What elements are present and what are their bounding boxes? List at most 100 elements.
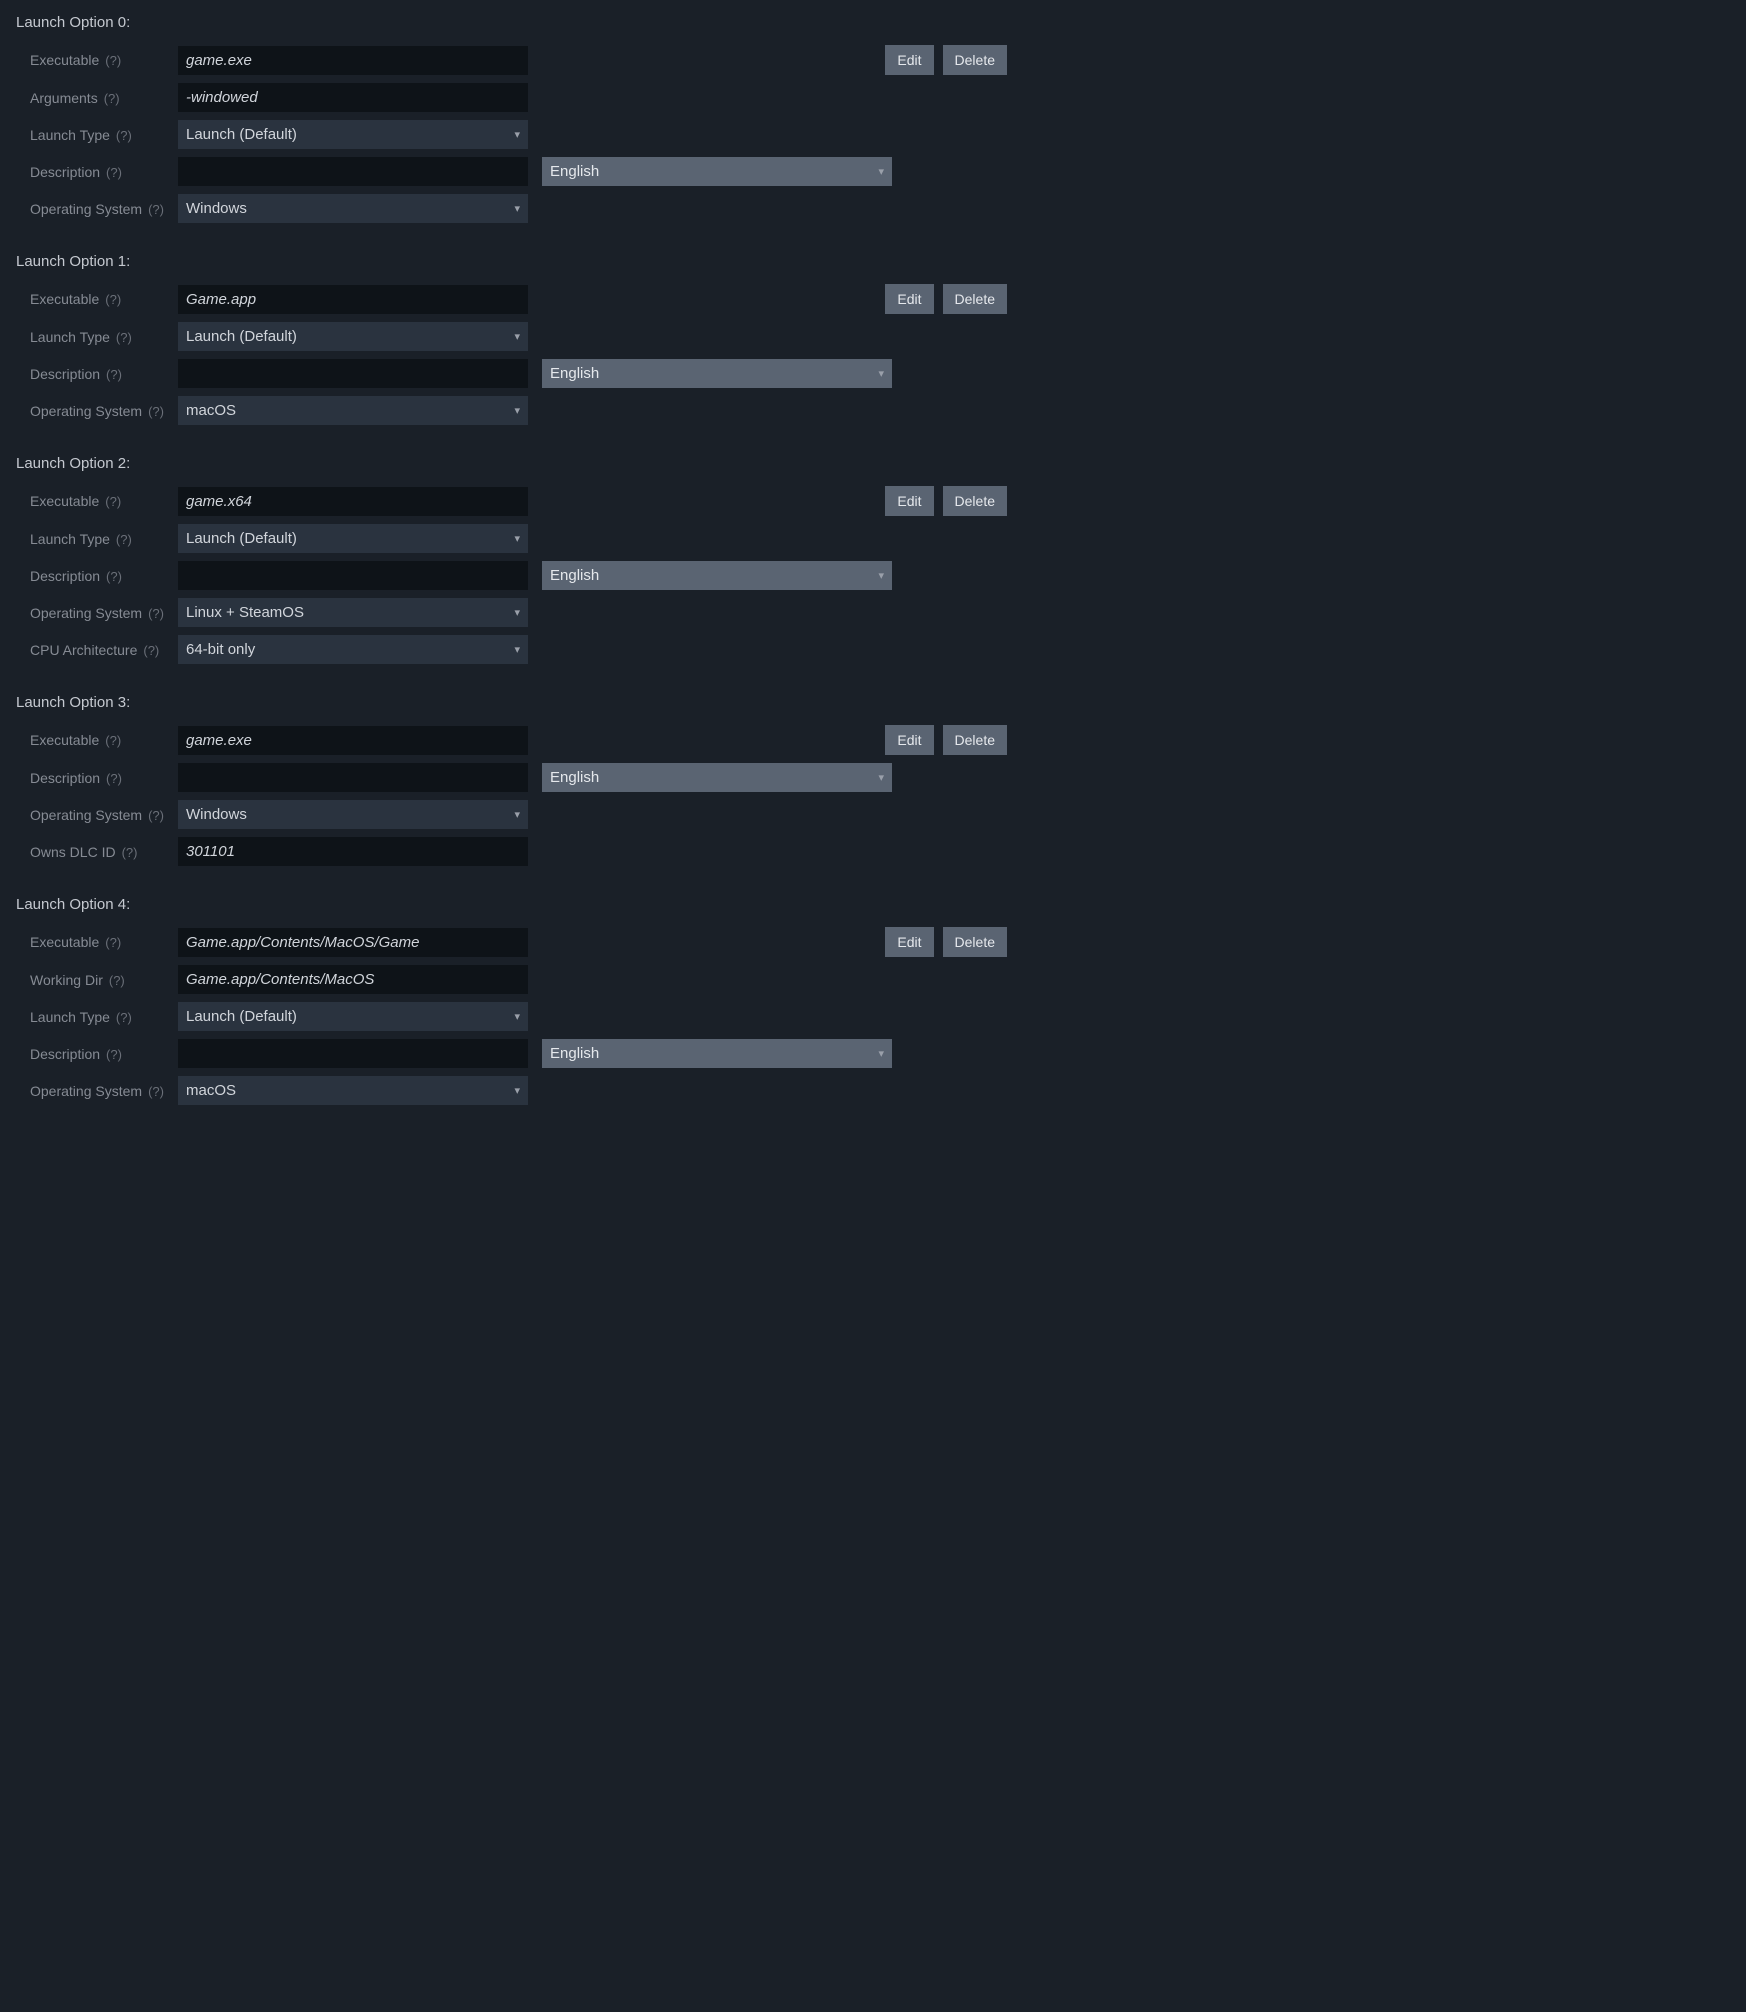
description-language-select[interactable]: English▾ — [542, 157, 892, 186]
launch-option: Launch Option 1:Executable(?)EditDeleteL… — [14, 253, 1007, 425]
delete-button[interactable]: Delete — [943, 725, 1007, 755]
launch-option-body: Executable(?)EditDeleteLaunch Type(?)Lau… — [14, 284, 1007, 425]
help-icon[interactable]: (?) — [148, 202, 164, 217]
select-value: Launch (Default) — [186, 1008, 297, 1025]
edit-button[interactable]: Edit — [885, 45, 933, 75]
executable-input[interactable] — [178, 726, 528, 755]
help-icon[interactable]: (?) — [105, 733, 121, 748]
executable-input[interactable] — [178, 928, 528, 957]
select-value: 64-bit only — [186, 641, 255, 658]
description-input[interactable] — [178, 1039, 528, 1068]
description-input[interactable] — [178, 359, 528, 388]
delete-button[interactable]: Delete — [943, 284, 1007, 314]
launch_type-select[interactable]: Launch (Default)▾ — [178, 1002, 528, 1031]
label-text: Working Dir — [30, 972, 103, 988]
select-value: Launch (Default) — [186, 126, 297, 143]
launch_type-select[interactable]: Launch (Default)▾ — [178, 322, 528, 351]
label-description: Description (?) — [30, 164, 178, 180]
help-icon[interactable]: (?) — [122, 845, 138, 860]
description-language-select[interactable]: English▾ — [542, 763, 892, 792]
launch-option-body: Executable(?)EditDeleteDescription(?)Eng… — [14, 725, 1007, 866]
help-icon[interactable]: (?) — [148, 808, 164, 823]
description-input[interactable] — [178, 561, 528, 590]
help-icon[interactable]: (?) — [106, 165, 122, 180]
edit-button[interactable]: Edit — [885, 284, 933, 314]
select-value: macOS — [186, 402, 236, 419]
help-icon[interactable]: (?) — [116, 330, 132, 345]
delete-button[interactable]: Delete — [943, 45, 1007, 75]
launch-option: Launch Option 4:Executable(?)EditDeleteW… — [14, 896, 1007, 1105]
launch_type-select[interactable]: Launch (Default)▾ — [178, 524, 528, 553]
help-icon[interactable]: (?) — [143, 643, 159, 658]
label-executable: Executable(?) — [30, 291, 178, 307]
launch-option: Launch Option 0:Executable(?)EditDeleteA… — [14, 14, 1007, 223]
label-text: Operating System — [30, 1083, 142, 1099]
executable-input[interactable] — [178, 46, 528, 75]
edit-button[interactable]: Edit — [885, 927, 933, 957]
chevron-down-icon: ▾ — [878, 1047, 884, 1060]
operating_system-select[interactable]: Windows▾ — [178, 194, 528, 223]
executable-input[interactable] — [178, 285, 528, 314]
label-text: Executable — [30, 732, 99, 748]
action-buttons: Edit Delete — [885, 284, 1007, 314]
delete-button[interactable]: Delete — [943, 927, 1007, 957]
select-value: Windows — [186, 200, 247, 217]
owns_dlc_id-input[interactable] — [178, 837, 528, 866]
description-input[interactable] — [178, 157, 528, 186]
chevron-down-icon: ▾ — [514, 330, 520, 343]
help-icon[interactable]: (?) — [105, 494, 121, 509]
help-icon[interactable]: (?) — [148, 606, 164, 621]
launch-option-body: Executable(?)EditDeleteLaunch Type(?)Lau… — [14, 486, 1007, 664]
row-description: Description(?) English▾ — [30, 1039, 1007, 1068]
label-executable: Executable(?) — [30, 493, 178, 509]
label-operating_system: Operating System(?) — [30, 403, 178, 419]
action-buttons: Edit Delete — [885, 45, 1007, 75]
description-language-select[interactable]: English▾ — [542, 359, 892, 388]
select-value: English — [550, 163, 599, 180]
working_dir-input[interactable] — [178, 965, 528, 994]
row-launch_type: Launch Type(?)Launch (Default)▾ — [30, 120, 1007, 149]
help-icon[interactable]: (?) — [148, 404, 164, 419]
label-text: Executable — [30, 934, 99, 950]
chevron-down-icon: ▾ — [878, 771, 884, 784]
help-icon[interactable]: (?) — [116, 1010, 132, 1025]
label-text: Description — [30, 164, 100, 180]
description-language-select[interactable]: English▾ — [542, 561, 892, 590]
row-launch_type: Launch Type(?)Launch (Default)▾ — [30, 524, 1007, 553]
chevron-down-icon: ▾ — [514, 643, 520, 656]
help-icon[interactable]: (?) — [106, 1047, 122, 1062]
operating_system-select[interactable]: macOS▾ — [178, 1076, 528, 1105]
help-icon[interactable]: (?) — [109, 973, 125, 988]
description-input[interactable] — [178, 763, 528, 792]
arguments-input[interactable] — [178, 83, 528, 112]
help-icon[interactable]: (?) — [106, 771, 122, 786]
help-icon[interactable]: (?) — [106, 569, 122, 584]
help-icon[interactable]: (?) — [106, 367, 122, 382]
edit-button[interactable]: Edit — [885, 725, 933, 755]
description-language-select[interactable]: English▾ — [542, 1039, 892, 1068]
label-text: CPU Architecture — [30, 642, 137, 658]
cpu_architecture-select[interactable]: 64-bit only ▾ — [178, 635, 528, 664]
chevron-down-icon: ▾ — [878, 569, 884, 582]
help-icon[interactable]: (?) — [105, 53, 121, 68]
label-executable: Executable (?) — [30, 732, 178, 748]
executable-input[interactable] — [178, 487, 528, 516]
chevron-down-icon: ▾ — [514, 606, 520, 619]
launch_type-select[interactable]: Launch (Default)▾ — [178, 120, 528, 149]
row-launch_type: Launch Type(?)Launch (Default)▾ — [30, 322, 1007, 351]
help-icon[interactable]: (?) — [105, 292, 121, 307]
row-executable: Executable (?) Edit Delete — [30, 927, 1007, 957]
help-icon[interactable]: (?) — [116, 532, 132, 547]
help-icon[interactable]: (?) — [104, 91, 120, 106]
row-executable: Executable(?) Edit Delete — [30, 45, 1007, 75]
operating_system-select[interactable]: Windows▾ — [178, 800, 528, 829]
label-executable: Executable(?) — [30, 52, 178, 68]
operating_system-select[interactable]: Linux + SteamOS▾ — [178, 598, 528, 627]
label-description: Description(?) — [30, 1046, 178, 1062]
edit-button[interactable]: Edit — [885, 486, 933, 516]
help-icon[interactable]: (?) — [148, 1084, 164, 1099]
help-icon[interactable]: (?) — [105, 935, 121, 950]
operating_system-select[interactable]: macOS▾ — [178, 396, 528, 425]
delete-button[interactable]: Delete — [943, 486, 1007, 516]
help-icon[interactable]: (?) — [116, 128, 132, 143]
